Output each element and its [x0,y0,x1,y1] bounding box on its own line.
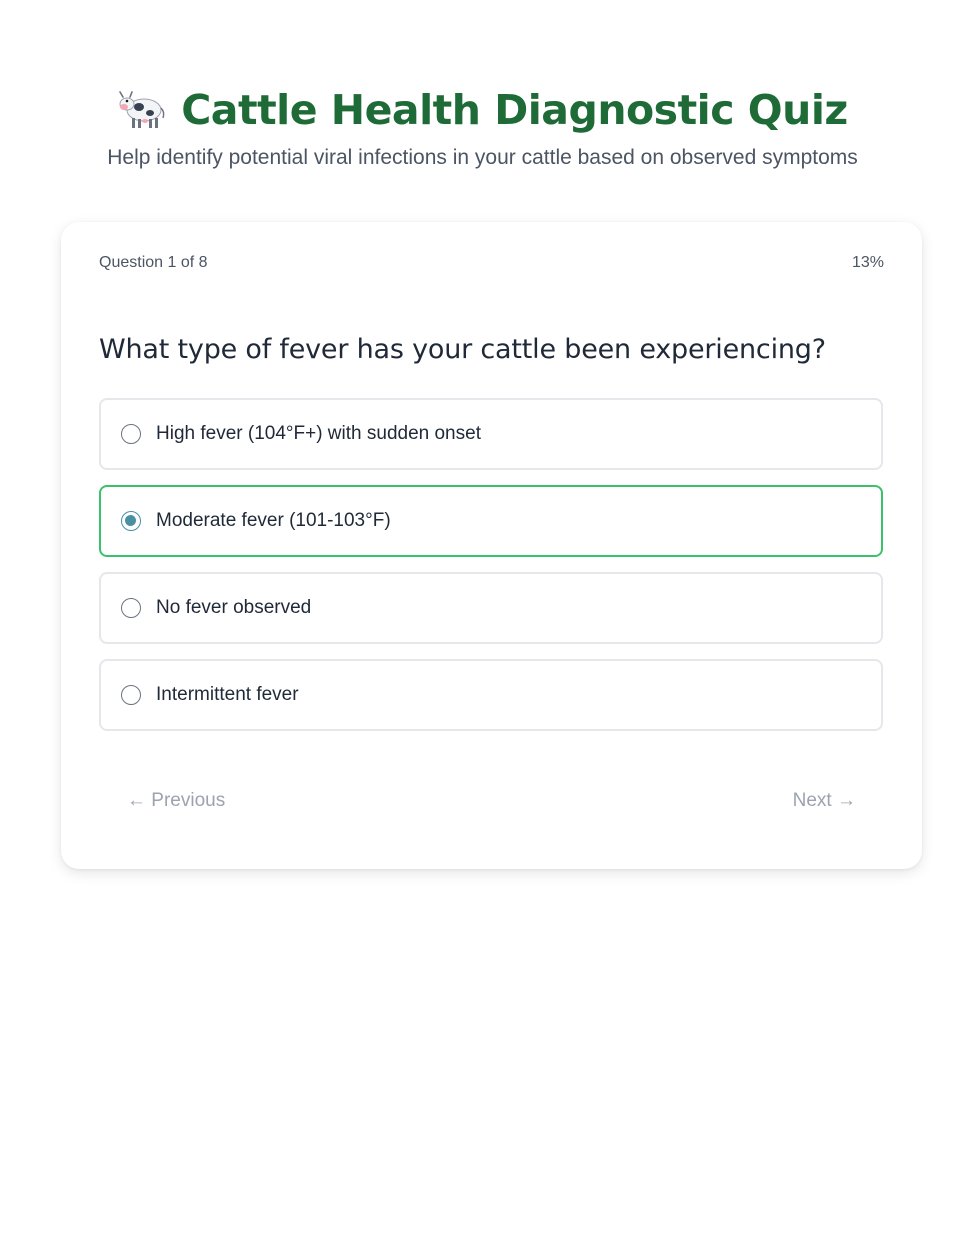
answer-option-high-fever[interactable]: High fever (104°F+) with sudden onset [99,398,883,470]
answer-option-label: No fever observed [156,597,312,618]
radio-button-selected[interactable] [121,511,141,531]
page: Cattle Health Diagnostic Quiz Help ident… [0,0,965,1249]
answer-option-label: Intermittent fever [156,684,299,705]
answer-option-intermittent-fever[interactable]: Intermittent fever [99,659,883,731]
page-title: Cattle Health Diagnostic Quiz [181,86,848,134]
progress-percent: 13% [851,254,884,271]
radio-button[interactable] [121,598,141,618]
radio-button[interactable] [121,424,141,444]
progress-row: Question 1 of 8 13% [99,254,884,272]
next-button[interactable]: Next → [793,790,856,812]
question-text: What type of fever has your cattle been … [99,334,826,365]
title-row: Cattle Health Diagnostic Quiz [0,78,965,142]
header: Cattle Health Diagnostic Quiz Help ident… [0,78,965,170]
navigation-row: ← Previous Next → [127,790,856,812]
answer-options: High fever (104°F+) with sudden onset Mo… [99,398,883,746]
previous-button[interactable]: ← Previous [127,790,225,812]
cow-icon [119,91,165,128]
answer-option-label: Moderate fever (101-103°F) [156,510,391,531]
radio-button[interactable] [121,685,141,705]
question-counter: Question 1 of 8 [99,254,208,271]
answer-option-no-fever[interactable]: No fever observed [99,572,883,644]
page-subtitle: Help identify potential viral infections… [107,146,858,169]
answer-option-moderate-fever[interactable]: Moderate fever (101-103°F) [99,485,883,557]
quiz-card: Question 1 of 8 13% What type of fever h… [61,222,922,869]
answer-option-label: High fever (104°F+) with sudden onset [156,423,481,444]
